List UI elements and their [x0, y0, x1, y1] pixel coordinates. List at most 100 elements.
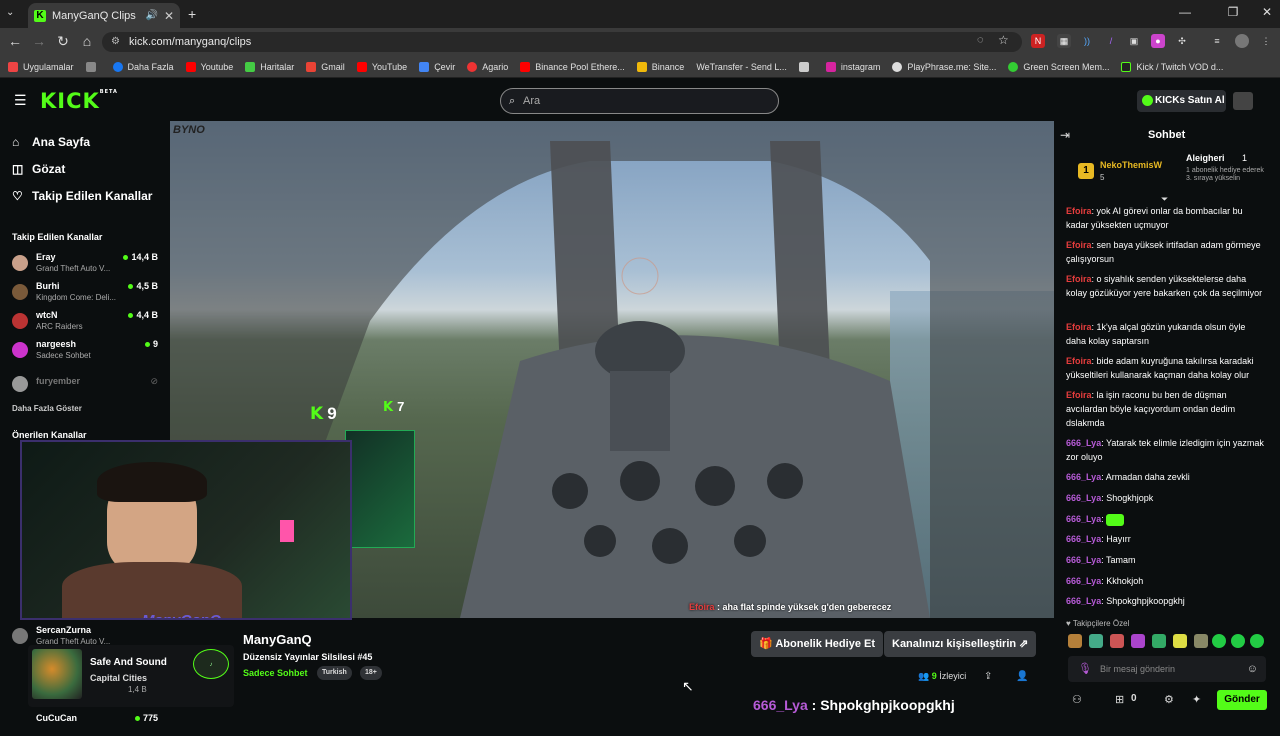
followed-channel-furyember[interactable]: furyember ⊘	[12, 373, 162, 399]
hamburger-menu-icon[interactable]: ☰	[14, 92, 27, 109]
menu-dots-icon[interactable]: ⋮	[1259, 34, 1273, 48]
emote-6-icon[interactable]	[1173, 634, 1187, 648]
followed-channels-title: Takip Edilen Kanallar	[12, 232, 103, 242]
search-input[interactable]: ⌕ Ara	[500, 88, 779, 114]
customize-channel-button[interactable]: Kanalınızı kişiselleştirin ⇗	[884, 631, 1037, 657]
close-tab-icon[interactable]: ✕	[164, 9, 174, 23]
tab-search-icon[interactable]: ⌄	[6, 7, 14, 18]
bookmark-gmail[interactable]: Gmail	[306, 61, 345, 72]
bookmark-kick-vod[interactable]: Kick / Twitch VOD d...	[1121, 61, 1223, 72]
microphone-icon[interactable]: 🎙	[1078, 656, 1092, 682]
emote-5-icon[interactable]	[1152, 634, 1166, 648]
home-icon[interactable]: ⌂	[78, 33, 96, 49]
youtube-icon	[520, 61, 531, 72]
bookmark-youtube[interactable]: Youtube	[185, 61, 233, 72]
tag-turkish[interactable]: Turkish	[317, 666, 352, 680]
gift-icon[interactable]: ⊞	[1115, 693, 1124, 706]
url-text: kick.com/manyganq/clips	[129, 36, 252, 48]
back-icon[interactable]: ←	[6, 33, 24, 49]
stream-category[interactable]: Sadece Sohbet	[243, 668, 308, 678]
url-field[interactable]: ⚙ kick.com/manyganq/clips	[102, 32, 1022, 52]
browser-tab[interactable]: K ManyGanQ Clips - Watch L 🔊 ✕	[28, 3, 180, 28]
tag-18plus[interactable]: 18+	[360, 666, 382, 680]
chat-bot-icon[interactable]: ✦	[1192, 693, 1201, 706]
bookmark-green-screen[interactable]: Green Screen Mem...	[1008, 61, 1109, 72]
show-more-link[interactable]: Daha Fazla Göster	[12, 404, 82, 413]
bookmark-instagram[interactable]: instagram	[825, 61, 880, 72]
chat-message: Efoira: 1k'ya alçal gözün yukarıda olsun…	[1066, 322, 1246, 346]
share-icon[interactable]: ⇪	[984, 671, 992, 682]
restore-icon[interactable]: ❐	[1223, 5, 1243, 19]
emote-7-icon[interactable]	[1194, 634, 1208, 648]
bookmark-binance[interactable]: Binance	[636, 61, 684, 72]
chat-message-input[interactable]: 🎙 Bir mesaj gönderin ☺	[1068, 656, 1266, 682]
nav-home[interactable]: ⌂ Ana Sayfa	[12, 135, 90, 149]
chat-message: 666_Lya: Shpokghpjkoopgkhj	[1066, 596, 1185, 606]
bookmark-daha-fazla[interactable]: Daha Fazla	[112, 61, 174, 72]
minimize-icon[interactable]: —	[1175, 5, 1195, 19]
followed-channel-burhi[interactable]: Burhi Kingdom Come: Deli... 4,5 B	[12, 281, 162, 307]
extension-capture-icon[interactable]: ▣	[1127, 34, 1141, 48]
kick-logo[interactable]: KICKBETA	[40, 89, 118, 113]
avatar	[12, 342, 28, 358]
bookmark-grid[interactable]	[85, 61, 101, 72]
followed-channel-eray[interactable]: Eray Grand Theft Auto V... 14,4 B	[12, 252, 162, 278]
chat-message: 666_Lya: Armadan daha zevkli	[1066, 472, 1190, 482]
chat-message: Efoira: sen baya yüksek irtifadan adam g…	[1066, 240, 1261, 264]
streamer-name[interactable]: ManyGanQ	[243, 632, 312, 647]
reading-list-icon[interactable]: ≡	[1210, 34, 1224, 48]
recommended-channel-cucucan[interactable]: CuCuCan 775	[12, 710, 162, 736]
followed-channel-wtcn[interactable]: wtcN ARC Raiders 4,4 B	[12, 310, 162, 336]
emote-3-icon[interactable]	[1110, 634, 1124, 648]
emote-4-icon[interactable]	[1131, 634, 1145, 648]
emote-10-icon[interactable]	[1250, 634, 1264, 648]
kick-connect-icon[interactable]: ⚇	[1072, 693, 1082, 706]
user-avatar[interactable]	[1233, 92, 1253, 110]
emote-2-icon[interactable]	[1089, 634, 1103, 648]
kick-k-icon: K	[310, 404, 324, 424]
bookmark-playphrase[interactable]: PlayPhrase.me: Site...	[892, 61, 996, 72]
eye-off-icon[interactable]: ◌	[977, 34, 984, 46]
bookmark-youtube-2[interactable]: YouTube	[356, 61, 407, 72]
home-icon: ⌂	[12, 135, 20, 149]
apps-icon	[8, 61, 18, 72]
settings-gear-icon[interactable]: ⚙	[1164, 693, 1174, 706]
reload-icon[interactable]: ↻	[54, 33, 72, 50]
gmail-icon	[306, 61, 317, 72]
close-window-icon[interactable]: ✕	[1257, 5, 1277, 19]
bookmark-apps[interactable]: Uygulamalar	[8, 61, 74, 72]
extensions-puzzle-icon[interactable]: ✣	[1175, 34, 1189, 48]
send-chat-button[interactable]: Gönder	[1217, 690, 1267, 710]
followed-channel-nargeesh[interactable]: nargeesh Sadece Sohbet 9	[12, 339, 162, 365]
bookmark-haritalar[interactable]: Haritalar	[245, 61, 294, 72]
buy-kicks-button[interactable]: KICKs Satın Al	[1137, 90, 1226, 112]
bookmark-wetransfer[interactable]: WeTransfer - Send L...	[696, 62, 787, 72]
profile-icon[interactable]	[1235, 34, 1249, 48]
gift-subscription-button[interactable]: 🎁 Abonelik Hediye Et	[751, 631, 883, 657]
bookmark-binance-pool[interactable]: Binance Pool Ethere...	[520, 61, 625, 72]
extension-grid-icon[interactable]: ▦	[1057, 34, 1071, 48]
emote-9-icon[interactable]	[1231, 634, 1245, 648]
bookmark-star-icon[interactable]: ☆	[998, 33, 1009, 47]
audio-icon[interactable]: 🔊	[145, 10, 157, 21]
bookmark-agario[interactable]: Agario	[467, 61, 508, 72]
extension-pen-icon[interactable]: /	[1104, 34, 1118, 48]
site-info-icon[interactable]: ⚙	[111, 32, 120, 52]
grid-icon	[85, 61, 96, 72]
extension-wave-icon[interactable]: ))	[1080, 34, 1094, 48]
extension-new-icon[interactable]: N	[1031, 34, 1045, 48]
nav-following[interactable]: ♡ Takip Edilen Kanallar	[12, 189, 152, 203]
nav-browse[interactable]: ◫ Gözat	[12, 162, 65, 176]
forward-icon[interactable]: →	[30, 33, 48, 49]
bookmark-cevir[interactable]: Çevir	[419, 61, 455, 72]
extension-purple-icon[interactable]: ●	[1151, 34, 1165, 48]
emote-8-icon[interactable]	[1212, 634, 1226, 648]
new-tab-icon[interactable]: +	[188, 6, 196, 22]
emoji-picker-icon[interactable]: ☺	[1247, 656, 1258, 682]
bookmark-doc[interactable]	[798, 61, 814, 72]
chat-message: 666_Lya:	[1066, 512, 1266, 526]
emote-1-icon[interactable]	[1068, 634, 1082, 648]
collapse-chat-icon[interactable]: ⇥	[1060, 128, 1070, 142]
stream-title: Düzensiz Yayınlar Silsilesi #45	[243, 652, 373, 662]
follow-user-icon[interactable]: 👤	[1016, 671, 1028, 682]
